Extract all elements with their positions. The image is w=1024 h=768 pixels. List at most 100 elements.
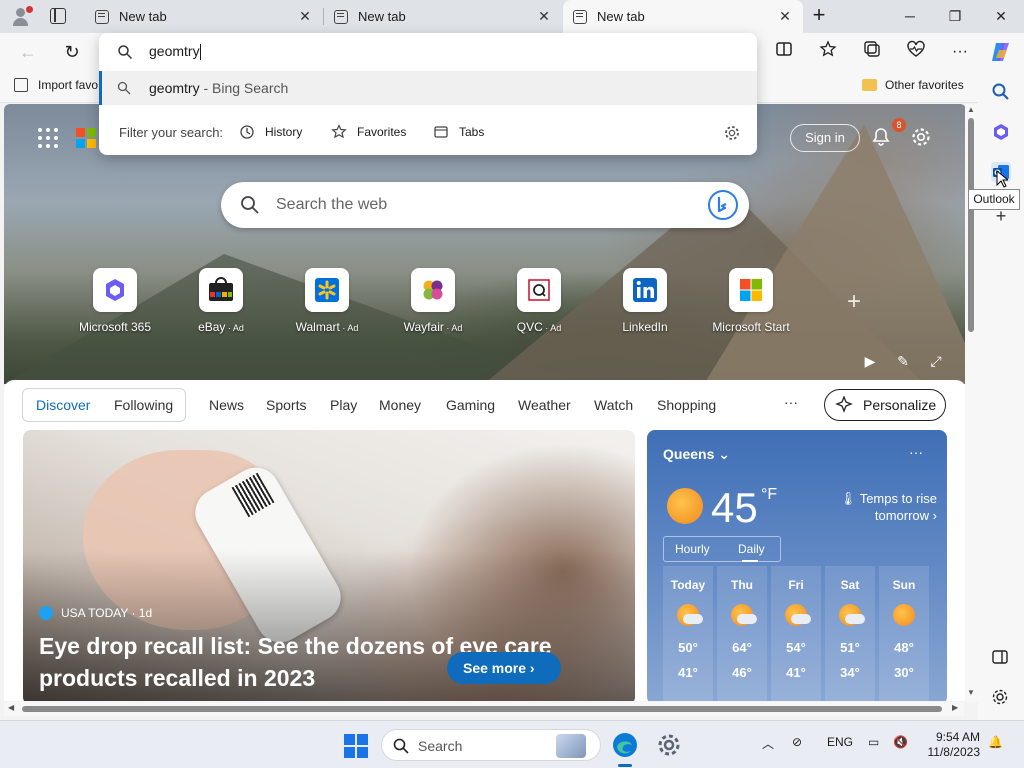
volume-muted-icon[interactable]: 🔇: [893, 735, 908, 749]
play-icon[interactable]: ▶: [861, 352, 879, 370]
network-offline-icon[interactable]: ⊘: [792, 735, 802, 749]
tab-gaming[interactable]: Gaming: [446, 397, 495, 413]
scroll-right-icon[interactable]: ▶: [952, 703, 958, 712]
quicklink-microsoft-start[interactable]: Microsoft Start: [696, 268, 806, 334]
clock[interactable]: 9:54 AM 11/8/2023: [920, 730, 981, 760]
browser-essentials-icon[interactable]: [904, 40, 928, 64]
hide-sidebar-icon[interactable]: [991, 648, 1011, 668]
web-search-box[interactable]: Search the web: [221, 182, 749, 228]
quicklink-wayfair[interactable]: Wayfair · Ad: [378, 268, 488, 334]
weather-card[interactable]: Queens ⌄ ··· 45 °F 🌡 Temps to rise tomor…: [647, 430, 947, 701]
tab-bar: New tab ✕ New tab ✕ New tab ✕ + ─ ❐ ✕: [0, 0, 1024, 33]
forecast-day[interactable]: Thu 64° 46°: [717, 566, 767, 701]
import-favorites-link[interactable]: Import favo: [14, 78, 98, 92]
favorites-icon[interactable]: [816, 40, 840, 64]
hourly-tab[interactable]: Hourly: [675, 542, 710, 556]
quicklink-qvc[interactable]: QVC · Ad: [484, 268, 594, 334]
quicklink-walmart[interactable]: Walmart · Ad: [272, 268, 382, 334]
filter-favorites[interactable]: Favorites: [331, 124, 406, 140]
refresh-button[interactable]: ↻: [60, 40, 84, 64]
temperature-unit[interactable]: °F: [761, 486, 777, 504]
address-bar-dropdown: geomtry geomtry - Bing Search Filter you…: [99, 33, 757, 155]
tab-play[interactable]: Play: [330, 397, 357, 413]
filter-history[interactable]: History: [239, 124, 302, 140]
expand-image-icon[interactable]: ⤢: [927, 352, 945, 370]
quicklink-linkedin[interactable]: LinkedIn: [590, 268, 700, 334]
tab-3-active[interactable]: New tab ✕: [563, 0, 803, 33]
app-launcher-icon[interactable]: [38, 128, 58, 148]
address-input[interactable]: geomtry: [149, 43, 201, 61]
split-screen-icon[interactable]: [772, 40, 796, 64]
weather-city[interactable]: Queens ⌄: [663, 446, 730, 463]
sunny-icon: [667, 488, 703, 524]
quicklink-ebay[interactable]: eBay · Ad: [166, 268, 276, 334]
article-source[interactable]: USA TODAY · 1d: [39, 606, 152, 620]
tab-discover[interactable]: Discover: [36, 397, 90, 413]
tab-title: New tab: [597, 9, 645, 24]
copilot-icon[interactable]: [989, 40, 1013, 64]
tab-2[interactable]: New tab ✕: [324, 0, 562, 33]
search-settings-gear-icon[interactable]: [723, 124, 741, 142]
close-tab-icon[interactable]: ✕: [775, 8, 795, 25]
tab-1[interactable]: New tab ✕: [85, 0, 323, 33]
scroll-thumb[interactable]: [22, 706, 942, 712]
notifications-icon[interactable]: 🔔: [988, 735, 1003, 749]
language-indicator[interactable]: ENG: [827, 735, 853, 749]
collections-icon[interactable]: [860, 40, 884, 64]
tab-weather[interactable]: Weather: [518, 397, 571, 413]
taskbar-search[interactable]: Search: [381, 729, 601, 761]
tab-watch[interactable]: Watch: [594, 397, 633, 413]
close-tab-icon[interactable]: ✕: [295, 8, 315, 25]
edge-taskbar-icon[interactable]: [611, 731, 639, 767]
tab-news[interactable]: News: [209, 397, 244, 413]
day-low: 41°: [678, 665, 698, 680]
weather-note[interactable]: 🌡 Temps to rise tomorrow ›: [807, 490, 937, 524]
edit-background-icon[interactable]: ✎: [894, 352, 912, 370]
windows-start-icon[interactable]: [344, 734, 368, 758]
horizontal-scrollbar[interactable]: ◀ ▶: [4, 702, 964, 716]
search-suggestion[interactable]: geomtry - Bing Search: [99, 71, 757, 105]
quicklink-microsoft365[interactable]: Microsoft 365: [60, 268, 170, 334]
settings-taskbar-icon[interactable]: [655, 731, 683, 759]
notifications-bell-icon[interactable]: [870, 126, 892, 148]
more-tabs-button[interactable]: ···: [784, 394, 798, 410]
add-quicklink-icon[interactable]: +: [842, 290, 866, 314]
forecast-day[interactable]: Sat 51° 34°: [825, 566, 875, 701]
minimize-button[interactable]: ─: [887, 0, 933, 33]
forecast-day[interactable]: Fri 54° 41°: [771, 566, 821, 701]
restore-button[interactable]: ❐: [932, 0, 978, 33]
new-tab-button[interactable]: +: [808, 4, 830, 28]
see-more-button[interactable]: See more ›: [447, 652, 561, 684]
scroll-down-icon[interactable]: ▼: [967, 688, 975, 697]
scroll-left-icon[interactable]: ◀: [8, 703, 14, 712]
more-menu-icon[interactable]: ···: [948, 40, 972, 64]
daily-tab[interactable]: Daily: [738, 542, 765, 562]
microsoft365-icon[interactable]: [991, 122, 1011, 142]
bing-chat-icon[interactable]: [707, 189, 739, 221]
tab-money[interactable]: Money: [379, 397, 421, 413]
tab-shopping[interactable]: Shopping: [657, 397, 716, 413]
news-article-card[interactable]: USA TODAY · 1d Eye drop recall list: See…: [23, 430, 635, 701]
profile-icon[interactable]: [10, 6, 33, 28]
filter-tabs[interactable]: Tabs: [433, 124, 484, 140]
close-window-button[interactable]: ✕: [978, 0, 1024, 33]
page-settings-gear-icon[interactable]: [910, 126, 932, 148]
search-icon[interactable]: [991, 82, 1011, 102]
scroll-thumb[interactable]: [968, 118, 974, 332]
sidebar-settings-icon[interactable]: [991, 688, 1011, 708]
tab-actions-icon[interactable]: [50, 8, 66, 24]
sign-in-button[interactable]: Sign in: [790, 124, 860, 152]
scroll-up-icon[interactable]: ▲: [967, 105, 975, 114]
back-button[interactable]: ←: [16, 40, 40, 64]
close-tab-icon[interactable]: ✕: [534, 8, 554, 25]
tab-sports[interactable]: Sports: [266, 397, 306, 413]
personalize-button[interactable]: Personalize: [824, 389, 946, 421]
forecast-day[interactable]: Today 50° 41°: [663, 566, 713, 701]
weather-more-button[interactable]: ···: [909, 444, 923, 460]
quicklink-label: Walmart: [295, 320, 340, 334]
show-hidden-icons[interactable]: ︿: [762, 735, 774, 752]
display-icon[interactable]: ▭: [868, 735, 879, 749]
tab-following[interactable]: Following: [114, 397, 173, 413]
other-favorites-folder[interactable]: Other favorites: [862, 78, 964, 92]
forecast-day[interactable]: Sun 48° 30°: [879, 566, 929, 701]
